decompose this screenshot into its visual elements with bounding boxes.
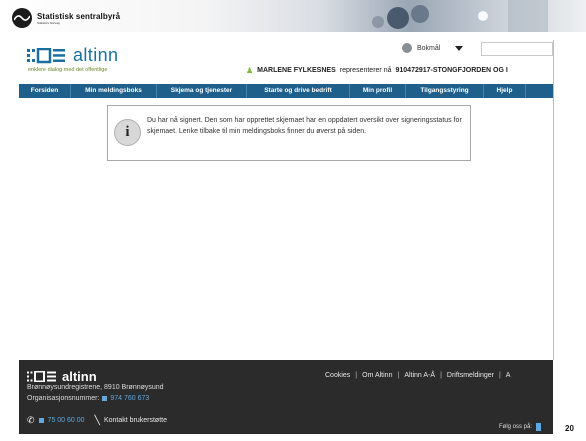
nav-item-min-profil[interactable]: Min profil (350, 84, 406, 98)
rep-text: representerer nå (339, 67, 392, 74)
support-phone-link[interactable]: 75 00 60 00 (48, 417, 85, 424)
nav-item-forsiden[interactable]: Forsiden (19, 84, 71, 98)
language-label: Bokmål (417, 44, 441, 52)
footer-links: Cookies | Om Altinn | Altinn A-Å | Drift… (325, 372, 510, 379)
user-icon: ♟ (246, 66, 254, 75)
signed-notice-box: i Du har nå signert. Den som har opprett… (107, 105, 471, 161)
ssb-org-sub: Statistics Norway (37, 20, 61, 25)
ssb-org-name: Statistisk sentralbyrå (37, 11, 121, 21)
nav-item-tilgangsstyring[interactable]: Tilgangsstyring (406, 84, 484, 98)
main-nav: Forsiden Min meldingsboks Skjema og tjen… (19, 84, 553, 98)
window-edge (553, 40, 554, 360)
info-square-icon (38, 418, 44, 423)
search-input[interactable] (481, 42, 553, 56)
social-icon[interactable] (536, 423, 542, 431)
link-separator: | (440, 372, 442, 379)
follow-label: Følg oss på: (499, 424, 533, 430)
info-square-icon (102, 396, 108, 401)
footer-link-altinn-a-aa[interactable]: Altinn A-Å (404, 372, 435, 379)
altinn-logo-icon (27, 47, 65, 63)
footer-altinn-logo[interactable]: altinn (27, 369, 97, 384)
chevron-down-icon[interactable] (455, 45, 464, 51)
footer-contact: ✆ 75 00 60 00 ╲ Kontakt brukerstøtte (27, 415, 167, 426)
nav-item-starte-og-drive-bedrift[interactable]: Starte og drive bedrift (247, 84, 350, 98)
ssb-logo-icon (12, 8, 32, 28)
representation-info: ♟ MARLENE FYLKESNES representerer nå 910… (246, 66, 508, 75)
link-separator: | (355, 372, 358, 379)
link-separator: | (397, 372, 400, 379)
follow-us: Følg oss på: (499, 423, 542, 431)
footer-link-truncated[interactable]: A (506, 372, 511, 379)
slide-header-band: Statistisk sentralbyrå Statistics Norway (0, 0, 586, 32)
nav-item-hjelp[interactable]: Hjelp (484, 84, 526, 98)
notice-message: Du har nå signert. Den som har opprettet… (147, 117, 462, 135)
ssb-logo: Statistisk sentralbyrå Statistics Norway (12, 8, 120, 28)
nav-item-min-meldingsboks[interactable]: Min meldingsboks (71, 84, 157, 98)
globe-icon (402, 43, 412, 53)
altinn-tagline: enklere dialog med det offentlige (28, 67, 108, 73)
browser-page: altinn enklere dialog med det offentlige… (19, 36, 553, 434)
org-number-label: Organisasjonsnummer: (27, 395, 100, 402)
footer-link-driftsmeldinger[interactable]: Driftsmeldinger (447, 372, 494, 379)
site-header: altinn enklere dialog med det offentlige… (19, 36, 553, 84)
phone-icon: ✆ (27, 415, 35, 425)
footer-address: Brønnøysundregistrene, 8910 Brønnøysund (27, 384, 164, 391)
footer-wordmark: altinn (62, 369, 97, 384)
language-selector[interactable]: Bokmål (402, 43, 464, 53)
rep-user-name: MARLENE FYLKESNES (257, 67, 336, 74)
header-decoration-image (372, 0, 548, 32)
footer-org-number: Organisasjonsnummer: 974 760 673 (27, 395, 149, 402)
info-icon: i (114, 119, 141, 146)
slide-page-number: 20 (565, 424, 574, 433)
footer-link-cookies[interactable]: Cookies (325, 372, 350, 379)
altinn-logo[interactable]: altinn (27, 45, 118, 66)
link-separator: | (498, 372, 501, 379)
altinn-logo-icon (27, 371, 56, 382)
nav-item-skjema-og-tjenester[interactable]: Skjema og tjenester (157, 84, 247, 98)
altinn-wordmark: altinn (73, 45, 119, 65)
footer-link-om-altinn[interactable]: Om Altinn (362, 372, 392, 379)
wrench-icon: ╲ (94, 415, 100, 425)
site-footer: altinn Brønnøysundregistrene, 8910 Brønn… (19, 360, 553, 434)
rep-org-name[interactable]: 910472917-STONGFJORDEN OG I (396, 67, 508, 74)
support-link[interactable]: Kontakt brukerstøtte (104, 417, 167, 424)
org-number-value[interactable]: 974 760 673 (110, 395, 149, 402)
